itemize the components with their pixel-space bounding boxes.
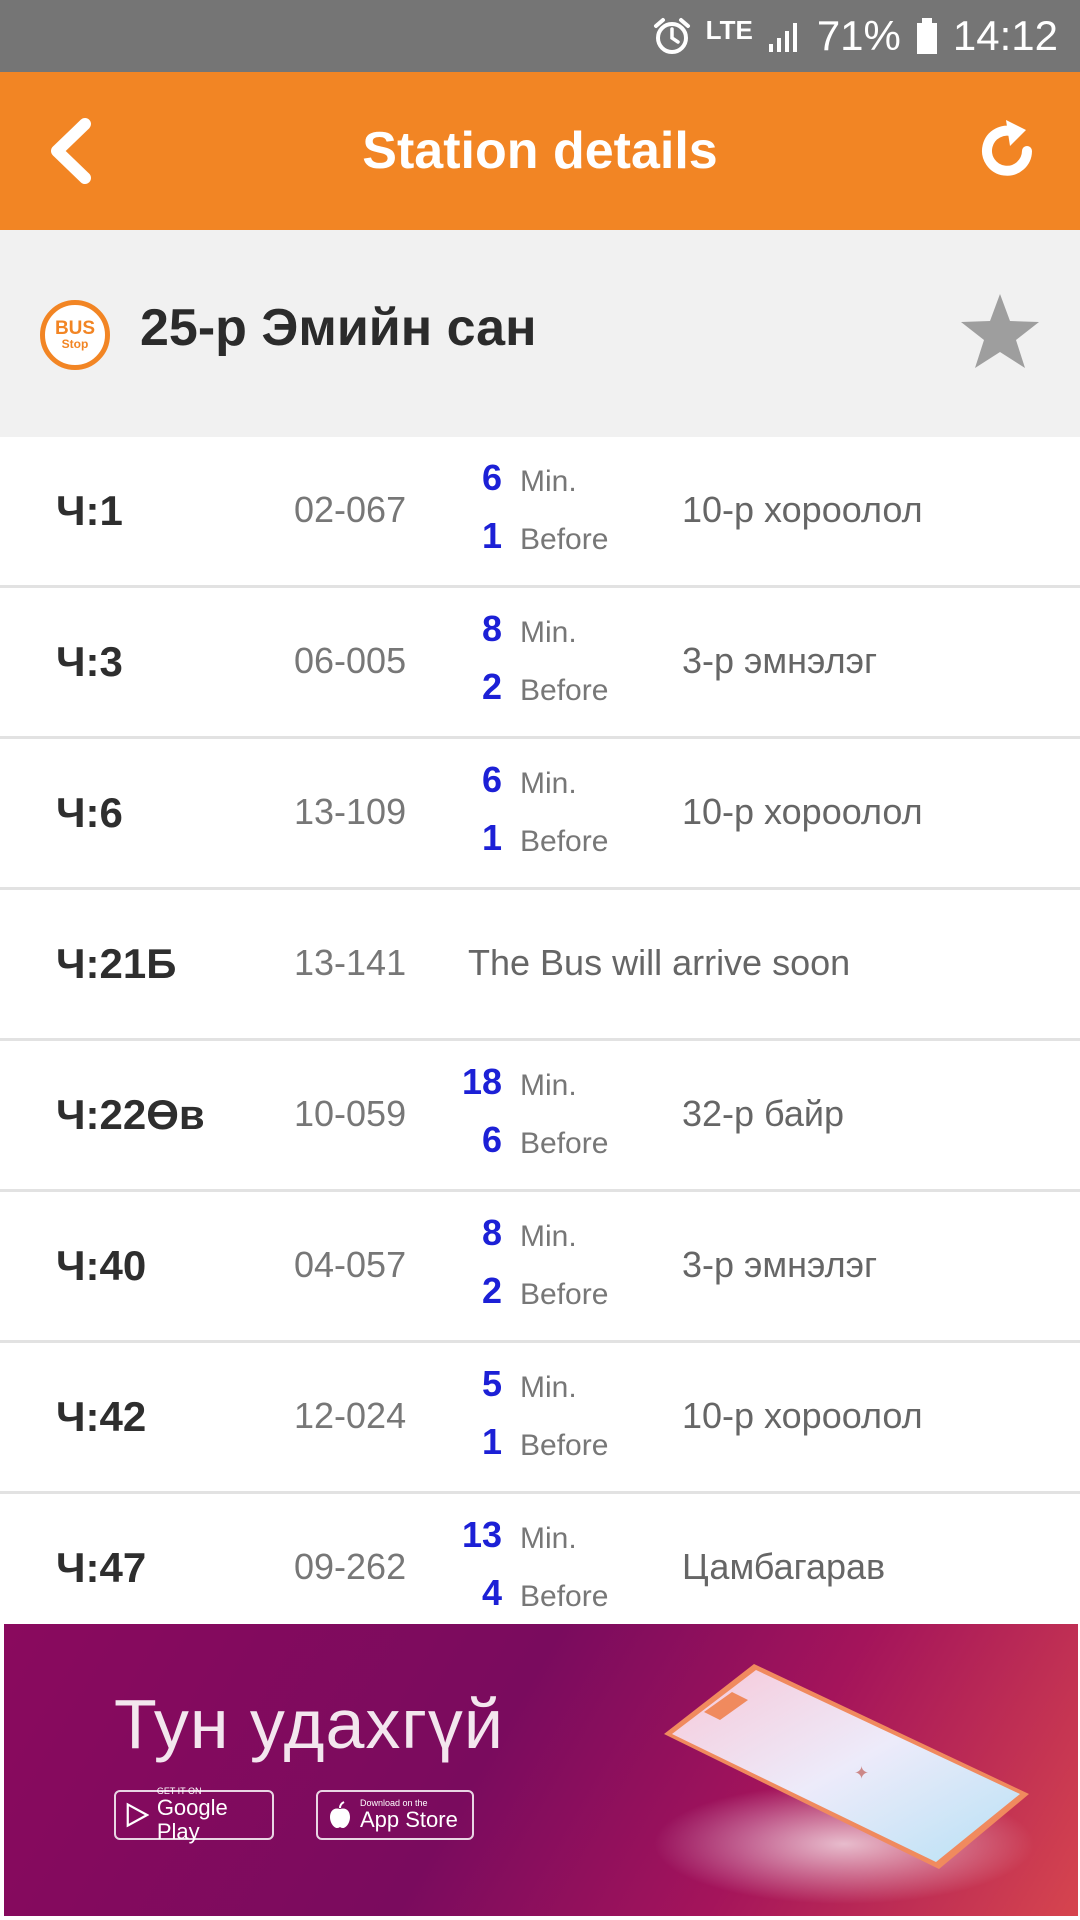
list-item[interactable]: Ч:1 02-067 6 Min. 1 Before 10-р хороолол (0, 437, 1080, 588)
refresh-button[interactable] (970, 114, 1044, 188)
signal-icon (767, 18, 803, 54)
eta-minutes: 8 (481, 608, 502, 649)
destination: 10-р хороолол (682, 489, 923, 530)
bus-plate: 06-005 (294, 640, 407, 681)
ad-headline: Тун удахгүй (114, 1685, 505, 1763)
destination: 10-р хороолол (682, 1395, 923, 1436)
route-number: Ч:1 (56, 487, 123, 534)
eta-minutes: 5 (481, 1363, 502, 1404)
eta-minutes-label: Min. (520, 616, 577, 649)
stops-before-label: Before (520, 523, 609, 556)
list-item[interactable]: Ч:42 12-024 5 Min. 1 Before 10-р хороолол (0, 1343, 1080, 1494)
eta-minutes: 8 (481, 1212, 502, 1253)
route-number: Ч:40 (56, 1242, 147, 1289)
route-number: Ч:22Өв (56, 1091, 205, 1138)
eta-minutes: 6 (481, 457, 502, 498)
route-number: Ч:3 (56, 638, 123, 685)
route-number: Ч:21Б (56, 940, 177, 987)
google-play-icon (126, 1802, 149, 1828)
bus-plate: 10-059 (294, 1093, 407, 1134)
stops-before: 6 (481, 1119, 502, 1160)
bus-plate: 13-109 (294, 791, 407, 832)
page-title: Station details (362, 122, 718, 180)
app-bar: Station details (0, 72, 1080, 230)
clock: 14:12 (952, 12, 1058, 59)
bus-plate: 02-067 (294, 489, 407, 530)
route-number: Ч:47 (56, 1544, 147, 1591)
arrival-message: The Bus will arrive soon (468, 942, 851, 983)
eta: 8 Min. 2 Before (450, 1212, 640, 1322)
stops-before-label: Before (520, 1429, 609, 1462)
eta-minutes-label: Min. (520, 1069, 577, 1102)
stops-before: 1 (481, 817, 502, 858)
google-play-badge[interactable]: GET IT ON Google Play (114, 1786, 274, 1844)
list-item[interactable]: Ч:40 04-057 8 Min. 2 Before 3-р эмнэлэг (0, 1192, 1080, 1343)
destination: 3-р эмнэлэг (682, 1244, 878, 1285)
eta-minutes-label: Min. (520, 1371, 577, 1404)
stops-before: 2 (481, 666, 502, 707)
eta-minutes: 13 (461, 1514, 502, 1555)
battery-percent: 71% (816, 12, 901, 59)
route-number: Ч:6 (56, 789, 123, 836)
stops-before-label: Before (520, 825, 609, 858)
eta: 8 Min. 2 Before (450, 608, 640, 718)
phone-logo: ✦ (854, 1763, 869, 1783)
back-button[interactable] (36, 116, 106, 186)
eta: 5 Min. 1 Before (450, 1363, 640, 1473)
network-type: LTE (705, 15, 753, 45)
back-arrow-icon (51, 118, 91, 184)
eta-minutes-label: Min. (520, 767, 577, 800)
eta-minutes: 18 (461, 1061, 502, 1102)
eta-minutes-label: Min. (520, 1522, 577, 1555)
stops-before: 4 (481, 1572, 502, 1613)
station-header: BUS Stop 25-р Эмийн сан (0, 230, 1080, 437)
eta-minutes-label: Min. (520, 1220, 577, 1253)
stops-before-label: Before (520, 1580, 609, 1613)
stops-before: 1 (481, 1421, 502, 1462)
bus-plate: 09-262 (294, 1546, 407, 1587)
stops-before: 2 (481, 1270, 502, 1311)
eta: 18 Min. 6 Before (450, 1061, 640, 1171)
list-item[interactable]: Ч:47 09-262 13 Min. 4 Before Цамбагарав (0, 1494, 1080, 1642)
alarm-icon (652, 16, 692, 56)
status-bar: LTE 71% 14:12 (0, 0, 1080, 72)
bus-plate: 12-024 (294, 1395, 407, 1436)
battery-icon (915, 16, 939, 56)
google-play-text: Google Play (156, 1795, 228, 1844)
ad-banner[interactable]: Тун удахгүй GET IT ON Google Play Downlo… (4, 1624, 1078, 1916)
favorite-button[interactable] (958, 290, 1042, 374)
destination: 32-р байр (682, 1093, 844, 1134)
star-icon (961, 294, 1039, 368)
app-store-badge[interactable]: Download on the App Store (316, 1790, 474, 1840)
list-item[interactable]: Ч:21Б 13-141 The Bus will arrive soon (0, 890, 1080, 1041)
arrival-list: Ч:1 02-067 6 Min. 1 Before 10-р хороолол Ч… (0, 437, 1080, 1642)
route-number: Ч:42 (56, 1393, 147, 1440)
eta-minutes-label: Min. (520, 465, 577, 498)
list-item[interactable]: Ч:22Өв 10-059 18 Min. 6 Before 32-р байр (0, 1041, 1080, 1192)
destination: Цамбагарав (682, 1546, 886, 1587)
phone-illustration: ✦ (654, 1664, 1034, 1904)
station-name: 25-р Эмийн сан (140, 299, 537, 357)
bus-stop-badge-line1: BUS (54, 317, 96, 339)
refresh-icon (982, 120, 1032, 176)
bus-stop-icon: BUS Stop (40, 300, 110, 370)
bus-stop-badge-line2: Stop (61, 336, 89, 351)
bus-plate: 04-057 (294, 1244, 407, 1285)
stops-before: 1 (481, 515, 502, 556)
list-item[interactable]: Ч:6 13-109 6 Min. 1 Before 10-р хороолол (0, 739, 1080, 890)
stops-before-label: Before (520, 1127, 609, 1160)
eta: 6 Min. 1 Before (450, 457, 640, 567)
app-store-text: App Store (360, 1807, 458, 1832)
destination: 3-р эмнэлэг (682, 640, 878, 681)
stops-before-label: Before (520, 1278, 609, 1311)
destination: 10-р хороолол (682, 791, 923, 832)
bus-plate: 13-141 (294, 942, 407, 983)
eta: 13 Min. 4 Before (450, 1514, 640, 1624)
list-item[interactable]: Ч:3 06-005 8 Min. 2 Before 3-р эмнэлэг (0, 588, 1080, 739)
apple-icon (330, 1801, 350, 1828)
stops-before-label: Before (520, 674, 609, 707)
eta: 6 Min. 1 Before (450, 759, 640, 869)
eta-minutes: 6 (481, 759, 502, 800)
